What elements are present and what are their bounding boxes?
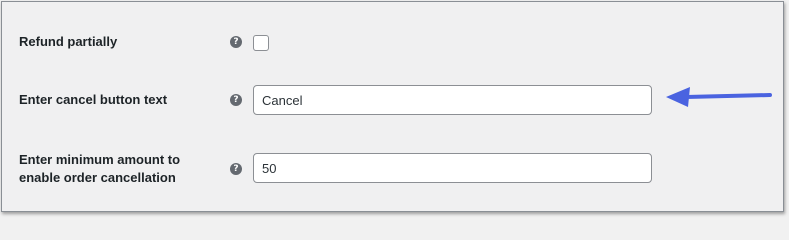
minimum-amount-label-line2: enable order cancellation [19, 170, 176, 185]
minimum-amount-label: Enter minimum amount to enable order can… [19, 151, 180, 187]
cancel-button-text-label: Enter cancel button text [19, 92, 168, 107]
refund-partially-label: Refund partially [19, 34, 118, 49]
arrow-icon [666, 87, 772, 107]
minimum-amount-label-line1: Enter minimum amount to [19, 152, 181, 167]
help-icon[interactable]: ? [230, 36, 242, 48]
cancel-button-text-input[interactable] [253, 85, 652, 115]
minimum-amount-input[interactable] [253, 153, 652, 183]
refund-partially-checkbox[interactable] [253, 35, 269, 51]
settings-panel: Refund partially ? Enter cancel button t… [1, 1, 784, 212]
help-icon[interactable]: ? [230, 163, 242, 175]
help-icon[interactable]: ? [230, 94, 242, 106]
